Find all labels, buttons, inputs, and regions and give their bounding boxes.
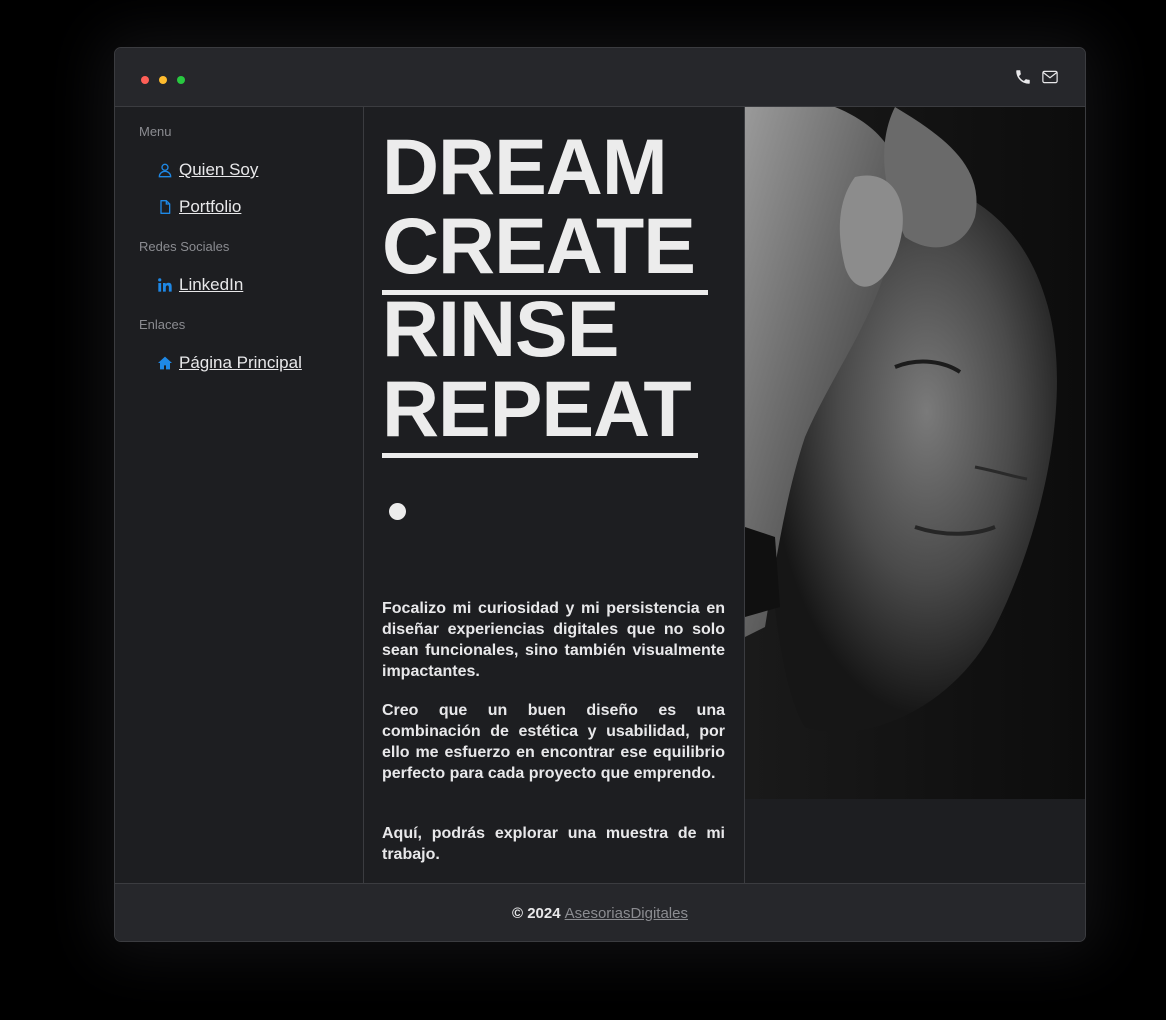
copyright-text: © 2024 [512, 904, 561, 922]
mail-icon[interactable] [1041, 68, 1059, 86]
footer-link[interactable]: AsesoriasDigitales [565, 905, 688, 922]
nav-item-pagina-principal[interactable]: Página Principal [157, 352, 302, 374]
nav-link-portfolio[interactable]: Portfolio [179, 197, 241, 217]
nav-item-quien-soy[interactable]: Quien Soy [157, 159, 258, 181]
browser-window: Menu Quien Soy Portfolio Redes Sociales … [114, 47, 1086, 942]
intro-paragraph: Creo que un buen diseño es una combinaci… [382, 702, 725, 782]
maximize-window-button[interactable] [177, 76, 185, 84]
intro-paragraph: Focalizo mi curiosidad y mi persistencia… [382, 600, 725, 680]
footer: © 2024 AsesoriasDigitales [115, 883, 1085, 941]
hero-word-create: CREATE [382, 201, 696, 290]
section-label-enlaces: Enlaces [139, 317, 186, 332]
nav-link-quien-soy[interactable]: Quien Soy [179, 160, 258, 180]
nav-link-linkedin[interactable]: LinkedIn [179, 275, 243, 295]
main-content: DREAM CREATE RINSE REPEAT Focalizo mi cu… [364, 107, 745, 883]
bullet-dot [389, 503, 406, 520]
portrait-image [745, 107, 1085, 799]
hero-word-repeat: REPEAT [382, 364, 692, 453]
hero-underline [382, 453, 698, 458]
phone-icon[interactable] [1014, 68, 1032, 86]
section-label-redes-sociales: Redes Sociales [139, 239, 230, 254]
nav-item-portfolio[interactable]: Portfolio [157, 196, 241, 218]
sidebar: Menu Quien Soy Portfolio Redes Sociales … [115, 107, 364, 883]
intro-paragraph: Aquí, podrás explorar una muestra de mi … [382, 825, 725, 863]
nav-link-pagina-principal[interactable]: Página Principal [179, 353, 302, 373]
hero-word-dream: DREAM [382, 122, 668, 211]
minimize-window-button[interactable] [159, 76, 167, 84]
hero-word-rinse: RINSE [382, 284, 619, 373]
section-label-menu: Menu [139, 124, 172, 139]
user-icon [158, 163, 172, 178]
home-icon [158, 356, 172, 370]
linkedin-icon [158, 278, 172, 292]
file-icon [160, 200, 171, 214]
title-bar [115, 48, 1085, 107]
portrait-photo [745, 107, 1085, 799]
nav-item-linkedin[interactable]: LinkedIn [157, 274, 243, 296]
close-window-button[interactable] [141, 76, 149, 84]
